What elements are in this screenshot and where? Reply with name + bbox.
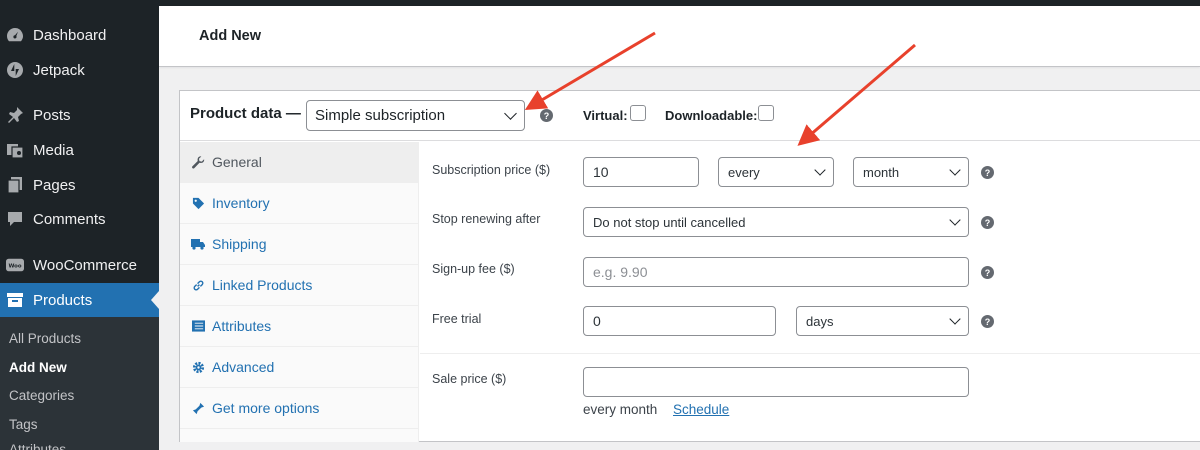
schedule-link[interactable]: Schedule (673, 402, 729, 417)
products-submenu: All Products Add New Categories Tags Att… (0, 317, 159, 450)
product-data-label: Product data — (190, 105, 301, 122)
general-panel: Subscription price ($) 10 every month ? … (420, 142, 1200, 442)
chevron-down-icon (949, 214, 961, 226)
submenu-categories[interactable]: Categories (9, 388, 74, 403)
gear-icon (191, 360, 205, 374)
billing-interval-select[interactable]: every (718, 157, 834, 187)
help-icon[interactable]: ? (981, 216, 994, 229)
virtual-label: Virtual: (583, 108, 628, 123)
sidebar-item-label: Media (33, 141, 74, 159)
signup-fee-label: Sign-up fee ($) (432, 262, 515, 276)
product-data-header: Product data — Simple subscription ? Vir… (180, 91, 1200, 141)
tab-label: Shipping (212, 236, 267, 252)
submenu-all-products[interactable]: All Products (9, 331, 81, 346)
sidebar-item-comments[interactable]: Comments (0, 202, 159, 236)
help-icon[interactable]: ? (540, 109, 553, 122)
archive-icon (6, 291, 24, 309)
tab-label: Get more options (212, 400, 320, 416)
chevron-down-icon (504, 107, 517, 120)
truck-icon (191, 237, 205, 251)
page-title: Add New (199, 28, 262, 44)
sidebar-item-label: Jetpack (33, 61, 85, 79)
help-icon[interactable]: ? (981, 315, 994, 328)
submenu-add-new[interactable]: Add New (9, 360, 67, 375)
table-icon (191, 319, 205, 333)
tab-label: Attributes (212, 318, 272, 334)
virtual-checkbox[interactable] (630, 105, 646, 121)
plugin-icon (191, 401, 205, 415)
chevron-down-icon (949, 313, 961, 325)
subscription-price-label: Subscription price ($) (432, 163, 551, 177)
stop-renewing-label: Stop renewing after (432, 212, 541, 226)
wrench-icon (191, 155, 205, 169)
admin-sidebar: Dashboard Jetpack Posts Media Pages Comm… (0, 0, 159, 450)
product-data-metabox: Product data — Simple subscription ? Vir… (179, 90, 1200, 442)
sidebar-item-jetpack[interactable]: Jetpack (0, 53, 159, 87)
tab-attributes[interactable]: Attributes (180, 306, 419, 347)
link-icon (191, 278, 205, 292)
comment-icon (6, 210, 24, 228)
svg-text:Woo: Woo (8, 264, 21, 270)
tag-icon (191, 196, 205, 210)
help-icon[interactable]: ? (981, 266, 994, 279)
sidebar-item-label: Dashboard (33, 26, 107, 44)
page-header: Add New (159, 6, 1200, 67)
sale-price-label: Sale price ($) (432, 372, 507, 386)
subscription-price-input[interactable]: 10 (583, 157, 699, 187)
tab-label: Inventory (212, 195, 270, 211)
product-data-tabs: General Inventory Shipping Linked Produc… (180, 142, 419, 442)
tab-inventory[interactable]: Inventory (180, 183, 419, 224)
tab-general[interactable]: General (180, 142, 419, 183)
stop-renewing-select[interactable]: Do not stop until cancelled (583, 207, 969, 237)
free-trial-label: Free trial (432, 312, 482, 326)
tab-label: General (212, 154, 262, 170)
tab-label: Advanced (212, 359, 275, 375)
chevron-down-icon (949, 164, 961, 176)
submenu-attributes[interactable]: Attributes (9, 442, 66, 450)
signup-fee-input[interactable]: e.g. 9.90 (583, 257, 969, 287)
sidebar-item-label: WooCommerce (33, 256, 137, 274)
sidebar-item-products[interactable]: Products (0, 283, 159, 317)
sale-price-input[interactable] (583, 367, 969, 397)
tab-label: Linked Products (212, 277, 313, 293)
sidebar-item-media[interactable]: Media (0, 133, 159, 167)
chevron-down-icon (814, 164, 826, 176)
media-icon (6, 141, 24, 159)
pin-icon (6, 106, 24, 124)
help-icon[interactable]: ? (981, 166, 994, 179)
downloadable-checkbox[interactable] (758, 105, 774, 121)
sidebar-item-pages[interactable]: Pages (0, 168, 159, 202)
billing-description: every month (583, 402, 658, 417)
tab-get-more-options[interactable]: Get more options (180, 388, 419, 429)
submenu-tags[interactable]: Tags (9, 417, 38, 432)
pages-icon (6, 176, 24, 194)
dashboard-icon (6, 26, 24, 44)
sidebar-item-label: Posts (33, 106, 71, 124)
tab-linked-products[interactable]: Linked Products (180, 265, 419, 306)
woo-icon: Woo (6, 256, 24, 274)
downloadable-label: Downloadable: (665, 108, 758, 123)
sidebar-item-posts[interactable]: Posts (0, 98, 159, 132)
section-divider (420, 353, 1200, 354)
sidebar-item-label: Products (33, 291, 93, 309)
sidebar-item-dashboard[interactable]: Dashboard (0, 18, 159, 52)
tab-shipping[interactable]: Shipping (180, 224, 419, 265)
sidebar-item-label: Pages (33, 176, 76, 194)
jetpack-icon (6, 61, 24, 79)
sidebar-item-label: Comments (33, 210, 106, 228)
product-type-select[interactable]: Simple subscription (306, 100, 525, 131)
free-trial-input[interactable]: 0 (583, 306, 776, 336)
free-trial-unit-select[interactable]: days (796, 306, 969, 336)
billing-period-select[interactable]: month (853, 157, 969, 187)
sidebar-item-woocommerce[interactable]: Woo WooCommerce (0, 248, 159, 282)
tab-advanced[interactable]: Advanced (180, 347, 419, 388)
